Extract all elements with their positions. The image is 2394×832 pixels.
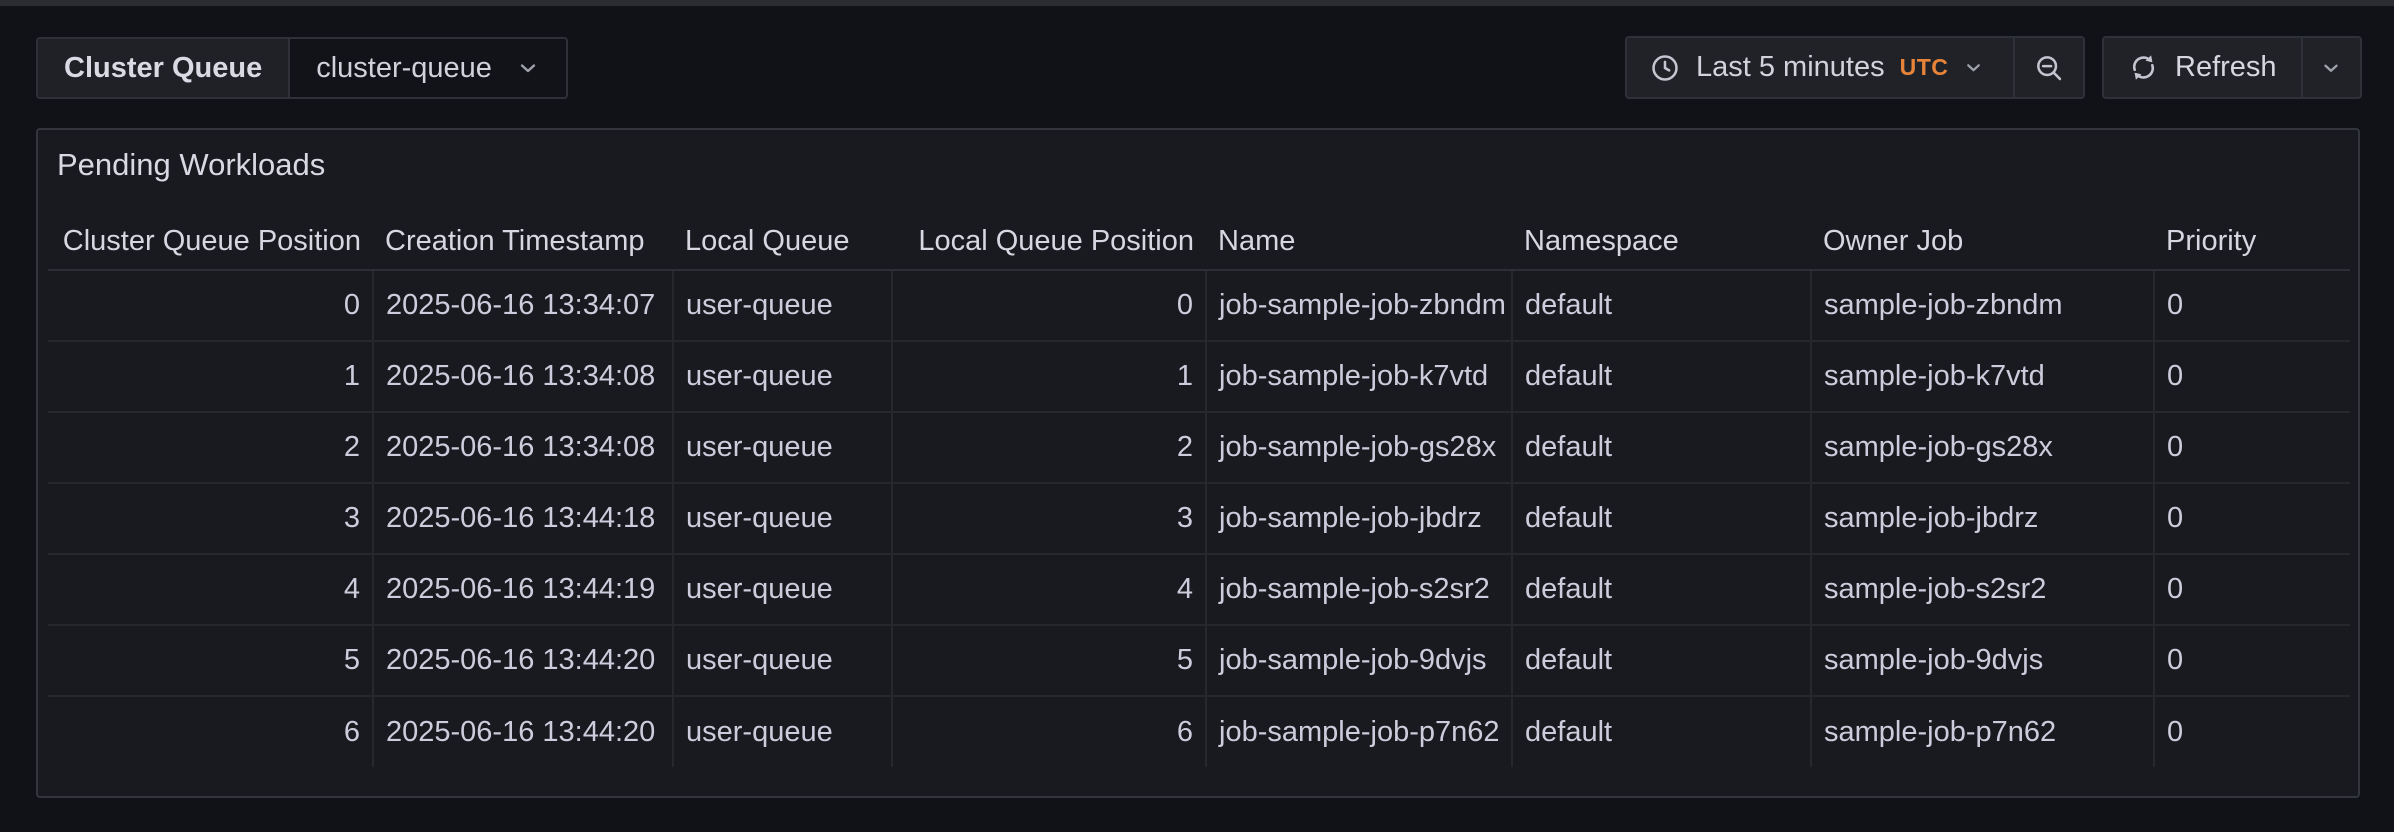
table-cell: user-queue	[673, 625, 892, 696]
table-cell: 2025-06-16 13:44:20	[373, 625, 673, 696]
table-cell: job-sample-job-s2sr2	[1206, 554, 1512, 625]
table-cell: job-sample-job-9dvjs	[1206, 625, 1512, 696]
table-cell: 2025-06-16 13:44:20	[373, 696, 673, 767]
table-cell: job-sample-job-gs28x	[1206, 412, 1512, 483]
table-cell: 0	[2154, 341, 2350, 412]
table-cell: job-sample-job-p7n62	[1206, 696, 1512, 767]
variable-dropdown[interactable]: cluster-queue	[290, 39, 566, 97]
table-row: 32025-06-16 13:44:18user-queue3job-sampl…	[48, 483, 2350, 554]
table-cell: 2025-06-16 13:44:19	[373, 554, 673, 625]
refresh-label: Refresh	[2175, 51, 2277, 84]
table-cell: 5	[48, 625, 373, 696]
table-cell: 1	[892, 341, 1206, 412]
table-cell: 0	[2154, 554, 2350, 625]
refresh-icon	[2128, 52, 2159, 83]
table-cell: default	[1512, 341, 1811, 412]
table-row: 52025-06-16 13:44:20user-queue5job-sampl…	[48, 625, 2350, 696]
grafana-dashboard: { "toolbar": { "variable_label": "Cluste…	[0, 0, 2394, 832]
chevron-down-icon	[2320, 57, 2342, 79]
table-cell: job-sample-job-zbndm	[1206, 270, 1512, 341]
column-header[interactable]: Local Queue	[673, 214, 892, 270]
table-cell: 6	[48, 696, 373, 767]
table-cell: 0	[48, 270, 373, 341]
table-row: 22025-06-16 13:34:08user-queue2job-sampl…	[48, 412, 2350, 483]
table-cell: 0	[2154, 483, 2350, 554]
table-row: 12025-06-16 13:34:08user-queue1job-sampl…	[48, 341, 2350, 412]
table-cell: 4	[48, 554, 373, 625]
table-cell: default	[1512, 270, 1811, 341]
clock-icon	[1649, 52, 1681, 84]
table-cell: sample-job-9dvjs	[1811, 625, 2154, 696]
table-cell: user-queue	[673, 483, 892, 554]
table-cell: 0	[2154, 625, 2350, 696]
table-cell: 3	[892, 483, 1206, 554]
column-header[interactable]: Cluster Queue Position	[48, 214, 373, 270]
zoom-out-icon	[2033, 52, 2065, 84]
timezone-badge: UTC	[1900, 54, 1949, 81]
table-cell: user-queue	[673, 412, 892, 483]
table-cell: 0	[2154, 696, 2350, 767]
pending-workloads-panel: Pending Workloads Cluster Queue Position…	[36, 128, 2360, 798]
table-cell: 0	[892, 270, 1206, 341]
refresh-controls-group: Refresh	[2102, 36, 2362, 99]
table-cell: 1	[48, 341, 373, 412]
chevron-down-icon	[516, 56, 540, 80]
column-header[interactable]: Priority	[2154, 214, 2350, 270]
chevron-down-icon	[1963, 57, 1984, 78]
table-cell: default	[1512, 696, 1811, 767]
table-cell: 3	[48, 483, 373, 554]
column-header[interactable]: Owner Job	[1811, 214, 2154, 270]
table-cell: 2025-06-16 13:34:08	[373, 341, 673, 412]
table-header-row: Cluster Queue PositionCreation Timestamp…	[48, 214, 2350, 270]
table-cell: sample-job-zbndm	[1811, 270, 2154, 341]
table-row: 42025-06-16 13:44:19user-queue4job-sampl…	[48, 554, 2350, 625]
table-row: 62025-06-16 13:44:20user-queue6job-sampl…	[48, 696, 2350, 767]
table-cell: 2025-06-16 13:34:07	[373, 270, 673, 341]
table-row: 02025-06-16 13:34:07user-queue0job-sampl…	[48, 270, 2350, 341]
time-range-picker[interactable]: Last 5 minutes UTC	[1627, 38, 2013, 97]
refresh-interval-dropdown[interactable]	[2301, 38, 2360, 97]
table-cell: sample-job-k7vtd	[1811, 341, 2154, 412]
table-cell: default	[1512, 483, 1811, 554]
table-cell: 6	[892, 696, 1206, 767]
column-header[interactable]: Name	[1206, 214, 1512, 270]
table-cell: sample-job-jbdrz	[1811, 483, 2154, 554]
table-cell: default	[1512, 625, 1811, 696]
variable-label: Cluster Queue	[38, 39, 290, 97]
table-cell: 4	[892, 554, 1206, 625]
table-cell: sample-job-p7n62	[1811, 696, 2154, 767]
table-cell: sample-job-s2sr2	[1811, 554, 2154, 625]
table-cell: 2025-06-16 13:44:18	[373, 483, 673, 554]
table-cell: user-queue	[673, 270, 892, 341]
column-header[interactable]: Creation Timestamp	[373, 214, 673, 270]
pending-workloads-table: Cluster Queue PositionCreation Timestamp…	[48, 214, 2350, 767]
table-cell: job-sample-job-jbdrz	[1206, 483, 1512, 554]
table-cell: 2025-06-16 13:34:08	[373, 412, 673, 483]
table-cell: user-queue	[673, 341, 892, 412]
table-cell: user-queue	[673, 696, 892, 767]
table-cell: 0	[2154, 412, 2350, 483]
table-cell: sample-job-gs28x	[1811, 412, 2154, 483]
table-cell: 0	[2154, 270, 2350, 341]
panel-title[interactable]: Pending Workloads	[57, 147, 325, 183]
table-cell: default	[1512, 412, 1811, 483]
table-cell: 5	[892, 625, 1206, 696]
table-cell: 2	[48, 412, 373, 483]
refresh-button[interactable]: Refresh	[2104, 38, 2301, 97]
time-zoom-out-button[interactable]	[2013, 38, 2083, 97]
table-cell: user-queue	[673, 554, 892, 625]
column-header[interactable]: Local Queue Position	[892, 214, 1206, 270]
table-cell: default	[1512, 554, 1811, 625]
variable-value: cluster-queue	[316, 52, 492, 85]
table-cell: job-sample-job-k7vtd	[1206, 341, 1512, 412]
time-controls-group: Last 5 minutes UTC	[1625, 36, 2085, 99]
top-divider	[0, 0, 2394, 6]
time-range-label: Last 5 minutes	[1696, 51, 1885, 84]
variable-selector: Cluster Queue cluster-queue	[36, 37, 568, 99]
column-header[interactable]: Namespace	[1512, 214, 1811, 270]
table-cell: 2	[892, 412, 1206, 483]
